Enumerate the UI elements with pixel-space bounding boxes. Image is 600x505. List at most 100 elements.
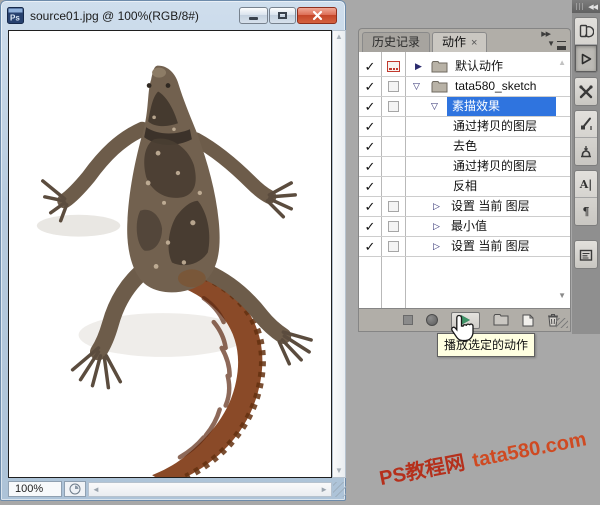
action-set-label[interactable]: 默认动作 [455, 57, 503, 76]
action-row-selected[interactable]: ✓ ▽ 素描效果 [359, 97, 570, 117]
step-label[interactable]: 通过拷贝的图层 [453, 157, 537, 176]
expand-triangle-icon[interactable]: ▷ [433, 217, 440, 236]
tool-presets-icon [579, 84, 593, 98]
record-icon [426, 314, 438, 326]
close-icon [312, 10, 322, 21]
toggle-item-checkbox[interactable]: ✓ [359, 117, 381, 136]
actions-list: ✓ ▶ 默认动作 ✓ ▽ tata580_sketch ✓ ▽ 素描效果 ✓ 通… [358, 52, 571, 308]
actions-panel: 历史记录 动作 × ▶▶ ▼ ✓ ▶ 默认动作 ✓ ▽ tata580_sket… [358, 28, 571, 332]
brushes-panel-button[interactable] [575, 111, 597, 138]
document-canvas[interactable] [8, 30, 332, 478]
dialog-off-icon [387, 101, 399, 112]
expand-triangle-icon[interactable]: ▷ [433, 237, 440, 256]
modal-control-checkbox[interactable] [381, 57, 405, 76]
clock-icon [69, 483, 81, 495]
tool-presets-panel-button[interactable] [575, 78, 597, 105]
step-label[interactable]: 反相 [453, 177, 477, 196]
collapse-to-icons-button[interactable]: ▶▶ [541, 30, 551, 38]
step-label[interactable]: 最小值 [451, 217, 487, 236]
document-info-button[interactable] [64, 481, 86, 497]
toggle-item-checkbox[interactable]: ✓ [359, 157, 381, 176]
step-label[interactable]: 去色 [453, 137, 477, 156]
action-label[interactable]: 素描效果 [447, 99, 500, 113]
dock-grip-icon [576, 3, 585, 10]
tab-history[interactable]: 历史记录 [362, 32, 431, 52]
collapse-triangle-icon[interactable]: ▽ [413, 77, 420, 96]
modal-control-checkbox[interactable] [381, 77, 405, 96]
record-button[interactable] [426, 311, 438, 329]
canvas-vertical-scrollbar[interactable]: ▲ ▼ [332, 30, 346, 478]
modal-control-checkbox[interactable] [381, 197, 405, 216]
dock-group [574, 17, 598, 73]
toggle-item-checkbox[interactable]: ✓ [359, 177, 381, 196]
toggle-item-checkbox[interactable]: ✓ [359, 77, 381, 96]
panel-resize-grip[interactable] [556, 318, 568, 328]
toggle-item-checkbox[interactable]: ✓ [359, 97, 381, 116]
dock-header[interactable]: ◀◀ [572, 0, 600, 13]
paragraph-panel-button[interactable]: ¶ [575, 198, 597, 225]
zoom-level-field[interactable]: 100% [8, 481, 62, 497]
toggle-item-checkbox[interactable]: ✓ [359, 57, 381, 76]
expand-triangle-icon[interactable]: ▷ [433, 197, 440, 216]
modal-control-checkbox[interactable] [381, 217, 405, 236]
expand-triangle-icon[interactable]: ▶ [415, 57, 422, 76]
modal-control-checkbox[interactable] [381, 237, 405, 256]
clone-source-panel-button[interactable] [575, 138, 597, 165]
window-title: source01.jpg @ 100%(RGB/8#) [30, 8, 199, 23]
history-panel-button[interactable] [575, 18, 597, 45]
step-label[interactable]: 通过拷贝的图层 [453, 117, 537, 136]
character-panel-button[interactable]: A| [575, 171, 597, 198]
action-step-row[interactable]: ✓ 通过拷贝的图层 [359, 157, 570, 177]
action-set-row[interactable]: ✓ ▶ 默认动作 [359, 57, 570, 77]
toggle-item-checkbox[interactable]: ✓ [359, 237, 381, 256]
dialog-off-icon [387, 201, 399, 212]
maximize-icon [278, 12, 287, 19]
action-step-row[interactable]: ✓ ▷ 设置 当前 图层 [359, 237, 570, 257]
panel-dock: ◀◀ A| ¶ [572, 0, 600, 334]
new-action-button[interactable] [522, 311, 534, 329]
panel-menu-button[interactable]: ▼ [547, 39, 566, 48]
scroll-right-icon[interactable]: ► [320, 485, 328, 494]
folder-icon [431, 81, 448, 93]
folder-icon [431, 61, 448, 73]
list-scroll-up-icon[interactable]: ▲ [558, 58, 566, 67]
list-scroll-down-icon[interactable]: ▼ [558, 291, 566, 300]
action-set-label[interactable]: tata580_sketch [455, 77, 536, 96]
tab-actions[interactable]: 动作 × [432, 32, 488, 52]
toggle-item-checkbox[interactable]: ✓ [359, 137, 381, 156]
watermark-part2: tata580.com [470, 428, 589, 472]
minimize-button[interactable] [239, 7, 268, 24]
window-resize-grip[interactable] [333, 482, 346, 497]
scroll-up-icon[interactable]: ▲ [335, 33, 343, 41]
new-set-button[interactable] [493, 311, 509, 329]
scroll-left-icon[interactable]: ◄ [92, 485, 100, 494]
tab-close-icon[interactable]: × [471, 37, 477, 49]
scroll-down-icon[interactable]: ▼ [335, 467, 343, 475]
toggle-item-checkbox[interactable]: ✓ [359, 197, 381, 216]
step-label[interactable]: 设置 当前 图层 [451, 197, 530, 216]
window-titlebar[interactable]: Ps source01.jpg @ 100%(RGB/8#) [1, 1, 345, 30]
action-step-row[interactable]: ✓ ▷ 设置 当前 图层 [359, 197, 570, 217]
action-set-row[interactable]: ✓ ▽ tata580_sketch [359, 77, 570, 97]
dock-group [574, 77, 598, 106]
close-button[interactable] [297, 7, 337, 24]
action-step-row[interactable]: ✓ ▷ 最小值 [359, 217, 570, 237]
status-bar: 100% ◄ ► [8, 480, 332, 498]
actions-panel-button[interactable] [575, 45, 597, 72]
selection-highlight: 素描效果 [447, 97, 556, 116]
toggle-item-checkbox[interactable]: ✓ [359, 217, 381, 236]
maximize-button[interactable] [269, 7, 296, 24]
step-label[interactable]: 设置 当前 图层 [451, 237, 530, 256]
modal-control-checkbox[interactable] [381, 97, 405, 116]
layer-comps-panel-button[interactable] [575, 241, 597, 268]
panel-menu-icon: ▼ [547, 39, 555, 48]
stop-button[interactable] [403, 311, 413, 329]
action-step-row[interactable]: ✓ 通过拷贝的图层 [359, 117, 570, 137]
action-step-row[interactable]: ✓ 去色 [359, 137, 570, 157]
menu-bars-icon [557, 41, 566, 46]
expand-dock-icon[interactable]: ◀◀ [588, 3, 598, 11]
canvas-horizontal-scrollbar[interactable]: ◄ ► [88, 481, 332, 497]
actions-play-icon [581, 53, 592, 64]
collapse-triangle-icon[interactable]: ▽ [431, 97, 438, 116]
action-step-row[interactable]: ✓ 反相 [359, 177, 570, 197]
